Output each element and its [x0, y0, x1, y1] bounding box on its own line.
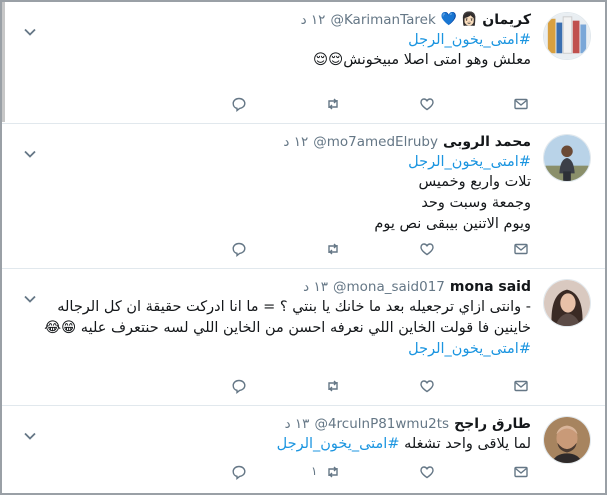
- tweet-text: لما يلاقى واحد تشغله: [404, 436, 531, 452]
- timestamp[interactable]: ١٣ د: [285, 414, 310, 434]
- name-emojis: 👩🏻 💙: [440, 12, 478, 27]
- tweet-text: - وانتى ازاي ترجعيله بعد ما خانك يا بنتي…: [57, 299, 531, 315]
- display-name[interactable]: محمد الروبى: [443, 132, 531, 152]
- heart-icon: [420, 380, 434, 393]
- tweet-text: وجمعة وسبت وحد: [421, 195, 531, 211]
- heart-icon: [420, 98, 434, 111]
- tweet-text: ويوم الاتنين بيبقى نص يوم: [374, 216, 531, 232]
- direct-message-button[interactable]: [513, 377, 531, 395]
- retweet-button[interactable]: [325, 240, 343, 258]
- tweet-actions: [231, 94, 531, 114]
- user-handle[interactable]: @4rculnP81wmu2ts: [314, 414, 449, 434]
- hashtag-link[interactable]: #امتى_يخون_الرجل: [42, 339, 531, 359]
- envelope-icon: [514, 98, 528, 110]
- tweet-text-row: لما يلاقى واحد تشغله #امتى_يخون_الرجل: [42, 434, 531, 455]
- envelope-icon: [514, 466, 528, 478]
- tweet-header: كريمان 👩🏻 💙 @KarimanTarek ١٢ د: [42, 10, 531, 30]
- tweet-actions: [231, 376, 531, 396]
- timeline: كريمان 👩🏻 💙 @KarimanTarek ١٢ د #امتى_يخو…: [0, 0, 607, 495]
- tweet-header: محمد الروبى @mo7amedElruby ١٢ د: [42, 132, 531, 152]
- hashtag-link[interactable]: #امتى_يخون_الرجل: [42, 30, 531, 50]
- tweet[interactable]: طارق راجح @4rculnP81wmu2ts ١٣ د لما يلاق…: [2, 406, 605, 493]
- envelope-icon: [514, 243, 528, 255]
- tweet-actions: ١: [231, 462, 531, 482]
- avatar-image: [544, 417, 590, 463]
- chevron-down-icon[interactable]: [24, 430, 36, 442]
- avatar[interactable]: [543, 279, 591, 327]
- envelope-icon: [514, 380, 528, 392]
- tweet-text: تلات واربع وخميس: [418, 174, 531, 190]
- reply-button[interactable]: [231, 240, 249, 258]
- tweet-header: طارق راجح @4rculnP81wmu2ts ١٣ د: [42, 414, 531, 434]
- tweet-text: خاينين فا قولت الخاين اللي نعرفه احسن من…: [44, 320, 531, 336]
- like-button[interactable]: [419, 463, 437, 481]
- direct-message-button[interactable]: [513, 463, 531, 481]
- heart-icon: [420, 466, 434, 479]
- user-handle[interactable]: @mo7amedElruby: [313, 132, 438, 152]
- reply-icon: [232, 465, 246, 480]
- like-button[interactable]: [419, 377, 437, 395]
- like-button[interactable]: [419, 240, 437, 258]
- avatar-image: [544, 280, 590, 326]
- chevron-down-icon[interactable]: [24, 26, 36, 38]
- tweet[interactable]: محمد الروبى @mo7amedElruby ١٢ د #امتى_يخ…: [2, 124, 605, 269]
- scrollbar-thumb[interactable]: [2, 2, 5, 122]
- display-name[interactable]: mona said: [450, 277, 531, 297]
- retweet-icon: [328, 380, 338, 392]
- tweet-header: mona said @mona_said017 ١٣ د: [42, 277, 531, 297]
- retweet-icon: [328, 243, 338, 255]
- tweet[interactable]: mona said @mona_said017 ١٣ د - وانتى ازا…: [2, 269, 605, 406]
- tweet-text: معلش وهو امتى اصلا مبيخونش😌😌: [313, 52, 531, 68]
- heart-icon: [420, 243, 434, 256]
- timestamp[interactable]: ١٢ د: [301, 10, 326, 30]
- retweet-icon: [328, 98, 338, 110]
- avatar-image: [544, 135, 590, 181]
- reply-icon: [232, 242, 246, 257]
- avatar[interactable]: [543, 416, 591, 464]
- tweet[interactable]: كريمان 👩🏻 💙 @KarimanTarek ١٢ د #امتى_يخو…: [2, 2, 605, 124]
- timestamp[interactable]: ١٢ د: [283, 132, 308, 152]
- avatar[interactable]: [543, 134, 591, 182]
- retweet-count: ١: [311, 464, 318, 478]
- hashtag-link[interactable]: #امتى_يخون_الرجل: [277, 436, 400, 452]
- reply-button[interactable]: [231, 463, 249, 481]
- chevron-down-icon[interactable]: [24, 148, 36, 160]
- avatar[interactable]: [543, 12, 591, 60]
- tweet-actions: [231, 239, 531, 259]
- retweet-button[interactable]: ١: [311, 463, 343, 481]
- direct-message-button[interactable]: [513, 240, 531, 258]
- reply-icon: [232, 97, 246, 112]
- reply-button[interactable]: [231, 377, 249, 395]
- like-button[interactable]: [419, 95, 437, 113]
- user-handle[interactable]: @KarimanTarek: [330, 10, 435, 30]
- reply-button[interactable]: [231, 95, 249, 113]
- reply-icon: [232, 379, 246, 394]
- retweet-icon: [328, 466, 338, 478]
- hashtag-link[interactable]: #امتى_يخون_الرجل: [42, 152, 531, 172]
- retweet-button[interactable]: [325, 95, 343, 113]
- display-name[interactable]: طارق راجح: [454, 414, 531, 434]
- avatar-image: [544, 13, 590, 59]
- timestamp[interactable]: ١٣ د: [303, 277, 328, 297]
- direct-message-button[interactable]: [513, 95, 531, 113]
- retweet-button[interactable]: [325, 377, 343, 395]
- display-name[interactable]: كريمان: [482, 10, 531, 30]
- chevron-down-icon[interactable]: [24, 293, 36, 305]
- user-handle[interactable]: @mona_said017: [333, 277, 445, 297]
